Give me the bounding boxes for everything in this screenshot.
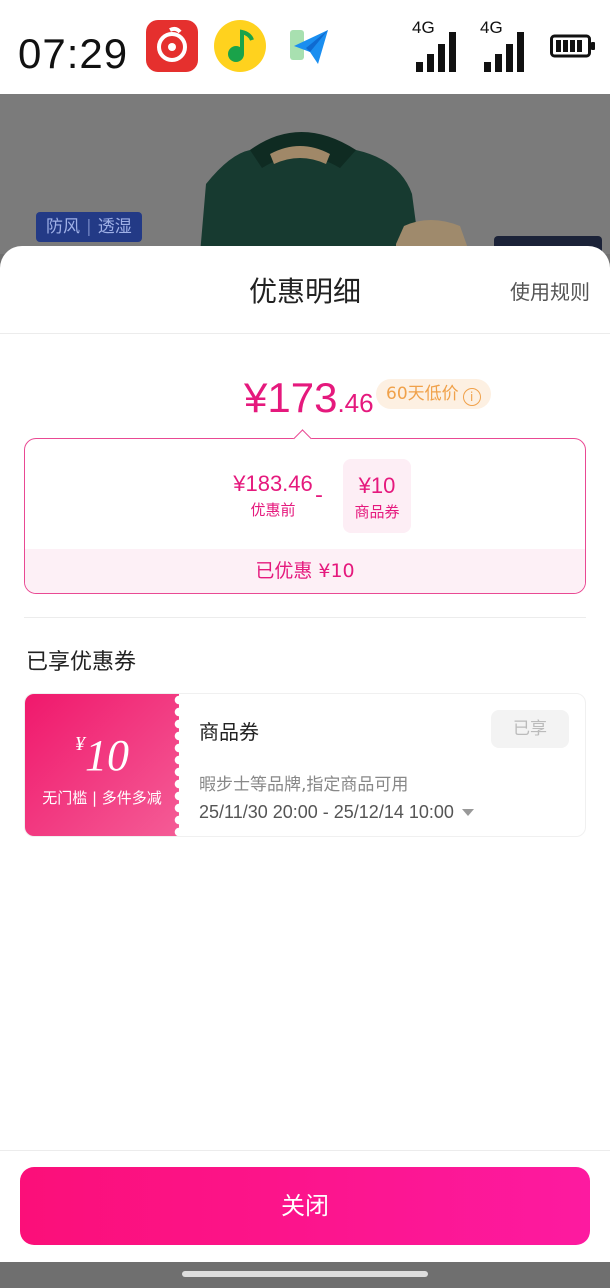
- qq-music-icon: [214, 20, 266, 72]
- divider: [0, 1150, 610, 1151]
- total-saved-text: 已优惠 ¥10: [25, 549, 585, 593]
- coupon-value-number: 10: [85, 731, 129, 780]
- coupon-value-panel: ¥10 无门槛 | 多件多减: [25, 694, 184, 836]
- chevron-down-icon: [461, 809, 474, 816]
- low-price-badge[interactable]: 60天低价 i: [376, 379, 491, 409]
- coupon-value: ¥10: [25, 730, 179, 781]
- tag-separator: |: [86, 217, 92, 237]
- coupon-deduction-block: ¥10 商品券: [343, 459, 411, 533]
- final-price-decimal: .46: [337, 388, 374, 418]
- feature-tag-windproof: 防风: [46, 217, 80, 237]
- cell-signal-icon: 4G: [410, 18, 466, 74]
- network-type-label: 4G: [480, 18, 503, 37]
- low-price-badge-label: 60天低价: [386, 384, 459, 404]
- feature-tag-breathable: 透湿: [97, 217, 132, 237]
- usage-rules-link[interactable]: 使用规则: [510, 276, 590, 305]
- network-type-label: 4G: [412, 18, 435, 37]
- final-price-integer: ¥173: [244, 374, 338, 421]
- final-price-row: ¥173.46 60天低价 i: [0, 374, 610, 424]
- applied-coupons-title: 已享优惠券: [26, 650, 137, 675]
- minus-sign: -: [315, 483, 323, 508]
- divider: [24, 617, 586, 618]
- battery-icon: [550, 34, 596, 58]
- navigation-bar: [0, 1262, 610, 1288]
- status-time: 07:29: [18, 30, 129, 77]
- info-icon: i: [462, 388, 481, 406]
- netease-music-icon: [146, 20, 198, 72]
- coupon-applied-badge: 已享: [491, 710, 569, 748]
- divider: [0, 333, 610, 334]
- coupon-name: 商品券: [199, 720, 259, 744]
- cell-signal-icon: 4G: [478, 18, 534, 74]
- currency-symbol: ¥: [75, 733, 85, 755]
- home-indicator[interactable]: [182, 1271, 428, 1277]
- product-image: 防风 | 透湿: [0, 94, 610, 254]
- final-price: ¥173.46: [244, 374, 374, 422]
- coupon-validity-text: 25/11/30 20:00 - 25/12/14 10:00: [199, 802, 454, 822]
- price-calculation-box: ¥183.46 优惠前 - ¥10 商品券 已优惠 ¥10: [24, 438, 586, 594]
- coupon-validity[interactable]: 25/11/30 20:00 - 25/12/14 10:00: [199, 802, 474, 823]
- discount-detail-sheet: 优惠明细 使用规则 ¥173.46 60天低价 i ¥183.46 优惠前 - ¥…: [0, 246, 610, 1262]
- coupon-description: 暇步士等品牌,指定商品可用: [199, 775, 409, 795]
- coupon-deduction-label: 商品券: [354, 503, 400, 521]
- close-button[interactable]: 关闭: [20, 1167, 590, 1245]
- coupon-card[interactable]: ¥10 无门槛 | 多件多减 商品券 已享 暇步士等品牌,指定商品可用 25/1…: [24, 693, 586, 837]
- status-bar: 07:29 4G 4G: [0, 0, 610, 94]
- plane-app-icon: [284, 20, 336, 72]
- coupon-deduction-amount: ¥10: [358, 473, 396, 498]
- coupon-condition: 无门槛 | 多件多减: [42, 789, 162, 807]
- feature-tag: 防风 | 透湿: [36, 212, 142, 242]
